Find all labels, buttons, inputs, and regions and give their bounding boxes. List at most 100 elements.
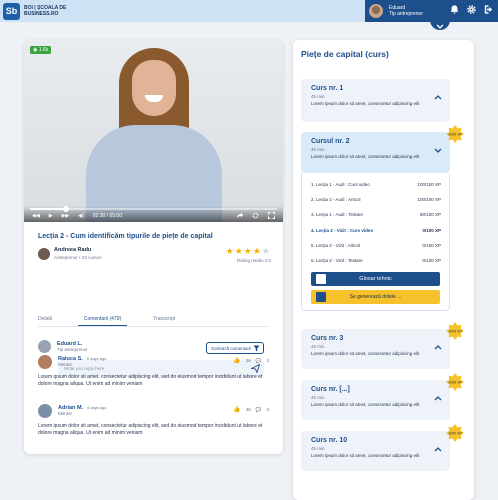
course-name: Curs nr. 10 xyxy=(311,437,348,444)
course-item-more[interactable]: Curs nr. [...] 45 min Lorem ipsum dolor … xyxy=(301,380,450,420)
settings-icon[interactable] xyxy=(252,212,259,219)
reply-icon[interactable]: 💬 xyxy=(256,407,262,413)
chevron-up-icon[interactable] xyxy=(434,95,442,100)
star-icon[interactable]: ★ xyxy=(244,246,253,256)
filter-icon xyxy=(253,345,260,352)
like-icon[interactable]: 👍 xyxy=(233,406,240,413)
chevron-up-icon[interactable] xyxy=(434,345,442,350)
generate-button[interactable]: Se generează dotele ... xyxy=(311,290,440,304)
star-icon[interactable]: ★ xyxy=(235,246,244,256)
video-controls: ◀◀ ▶ ▶▶ ◀) 02:30 / 05:00 xyxy=(24,206,283,222)
lesson-row[interactable]: 5. Lecția 2 - Vizit : Articol 0/100 XP xyxy=(311,243,441,248)
fullscreen-icon[interactable] xyxy=(268,212,275,219)
lesson-label: 6. Lecția 2 - Vizit : Testare xyxy=(311,258,363,263)
author-role: Antreprenor • 23 cursuri xyxy=(54,255,102,260)
video-time: 02:30 / 05:00 xyxy=(92,213,122,219)
video-progress-bar[interactable] xyxy=(30,206,277,212)
comment-avatar xyxy=(38,404,52,418)
lesson-xp: 0/100 XP xyxy=(422,258,441,263)
chevron-down-icon[interactable] xyxy=(434,148,442,153)
chevron-up-icon[interactable] xyxy=(434,396,442,401)
video-progress-handle[interactable] xyxy=(63,206,69,212)
tab-transcript[interactable]: Transcript xyxy=(153,312,175,326)
rating-note: Rating mediu 4.0 xyxy=(236,258,271,263)
lesson-rating: ★★★★★ Rating mediu 4.0 xyxy=(226,246,271,263)
course-item-3[interactable]: Curs nr. 3 45 min Lorem ipsum dolor sit … xyxy=(301,329,450,369)
star-icon[interactable]: ★ xyxy=(253,246,262,256)
tab-comments[interactable]: Comentarii (479) xyxy=(77,312,128,326)
like-count: 36 xyxy=(245,358,251,363)
chevron-down-icon xyxy=(436,24,444,29)
course-name: Curs nr. [...] xyxy=(311,386,350,393)
course-duration: 45 min xyxy=(311,94,325,99)
lesson-label: 3. Lecția 1 - Audi : Testare xyxy=(311,212,363,217)
lesson-row-current[interactable]: 4. Lecția 2 - Vizit : Curs video 0/100 XP xyxy=(311,228,441,233)
rating-stars[interactable]: ★★★★★ xyxy=(226,246,271,257)
comment-time: 5 days ago xyxy=(86,356,107,361)
lesson-row[interactable]: 3. Lecția 1 - Audi : Testare 80/100 XP xyxy=(311,212,441,217)
lesson-xp: 0/100 XP xyxy=(422,243,441,248)
sort-comments-button[interactable]: Sortează comentarii xyxy=(206,342,264,354)
lesson-label: 2. Lecția 2 - Audi : Articol xyxy=(311,197,361,202)
comment-time: 4 days ago xyxy=(87,405,107,410)
comment-role: Mentor xyxy=(58,362,73,367)
top-bar: Sb BOI | ȘCOALA DE BUSINESS.RO Eduard Ti… xyxy=(0,0,498,22)
bell-icon[interactable] xyxy=(449,4,460,15)
gear-icon[interactable] xyxy=(466,4,477,15)
svg-text:1000 XP: 1000 XP xyxy=(448,432,462,436)
rewind-icon[interactable]: ◀◀ xyxy=(32,213,40,219)
lesson-card: ◉ 1.6k ◀◀ ▶ ▶▶ ◀) 02:30 / 05:00 Lecția 2… xyxy=(24,40,283,454)
course-duration: 45 min xyxy=(311,344,325,349)
like-icon[interactable]: 👍 xyxy=(233,357,240,364)
course-name: Cursul nr. 2 xyxy=(311,138,350,145)
star-icon[interactable]: ★ xyxy=(226,246,235,256)
video-progress-fill xyxy=(30,208,65,210)
logout-icon[interactable] xyxy=(483,4,494,15)
svg-text:1000 XP: 1000 XP xyxy=(448,133,462,137)
forward-icon[interactable]: ▶▶ xyxy=(62,213,70,219)
comment-form: Eduard L. Tip antreprenor Sortează comen… xyxy=(38,340,269,377)
xp-medal-icon: 1000 XP xyxy=(446,322,464,340)
glossary-label: Glosar tehnic xyxy=(359,276,392,282)
course-name: Curs nr. 1 xyxy=(311,85,344,92)
share-icon[interactable] xyxy=(236,212,243,219)
video-player[interactable]: ◉ 1.6k ◀◀ ▶ ▶▶ ◀) 02:30 / 05:00 xyxy=(24,40,283,222)
course-duration: 45 min xyxy=(311,147,325,152)
logo[interactable]: Sb xyxy=(3,2,20,20)
glossary-button[interactable]: Glosar tehnic xyxy=(311,272,440,286)
comment-item: Adrian M. 4 days ago Mentor 👍 36 💬 3 Lorem … xyxy=(38,404,269,437)
tab-details[interactable]: Detalii xyxy=(38,312,52,326)
star-icon[interactable]: ★ xyxy=(262,246,271,256)
chevron-up-icon[interactable] xyxy=(434,447,442,452)
reply-icon[interactable]: 💬 xyxy=(256,358,262,364)
book-icon xyxy=(316,274,326,284)
course-desc: Lorem ipsum dolor sit amet, consectetur … xyxy=(311,351,420,356)
lesson-tabs: Detalii Comentarii (479) Transcript xyxy=(38,312,269,327)
lesson-xp: 100/100 XP xyxy=(417,197,441,202)
course-duration: 45 min xyxy=(311,446,325,451)
author-name: Andreea Radu xyxy=(54,247,92,253)
lesson-label: 5. Lecția 2 - Vizit : Articol xyxy=(311,243,361,248)
volume-icon[interactable]: ◀) xyxy=(78,213,84,219)
lesson-row[interactable]: 2. Lecția 2 - Audi : Articol 100/100 XP xyxy=(311,197,441,202)
course-desc: Lorem ipsum dolor sit amet, consectetur … xyxy=(311,453,420,458)
avatar[interactable] xyxy=(369,4,383,18)
time-total: 05:00 xyxy=(109,213,122,219)
svg-text:1000 XP: 1000 XP xyxy=(448,330,462,334)
play-icon[interactable]: ▶ xyxy=(49,213,53,219)
course-item-2[interactable]: Cursul nr. 2 45 min Lorem ipsum dolor si… xyxy=(301,132,450,173)
lesson-row[interactable]: 1. Lecția 1 - Audi : Curs video 100/100 X… xyxy=(311,182,441,187)
comment-text: Lorem ipsum dolor sit amet, consectetur … xyxy=(38,374,263,387)
course-name: Curs nr. 3 xyxy=(311,335,344,342)
like-count: 36 xyxy=(245,407,251,412)
time-current: 02:30 xyxy=(92,213,106,219)
xp-medal-icon: 1000 XP xyxy=(446,424,464,442)
lesson-label: 4. Lecția 2 - Vizit : Curs video xyxy=(311,228,374,233)
lesson-row[interactable]: 6. Lecția 2 - Vizit : Testare 0/100 XP xyxy=(311,258,441,263)
comment-role: Mentor xyxy=(58,411,73,416)
course-item-1[interactable]: Curs nr. 1 45 min Lorem ipsum dolor sit … xyxy=(301,79,450,122)
collapse-panel-button[interactable] xyxy=(430,18,450,30)
lesson-xp: 0/100 XP xyxy=(422,228,441,233)
course-item-10[interactable]: Curs nr. 10 45 min Lorem ipsum dolor sit… xyxy=(301,431,450,471)
course-desc: Lorem ipsum dolor sit amet, consectetur … xyxy=(311,154,420,159)
